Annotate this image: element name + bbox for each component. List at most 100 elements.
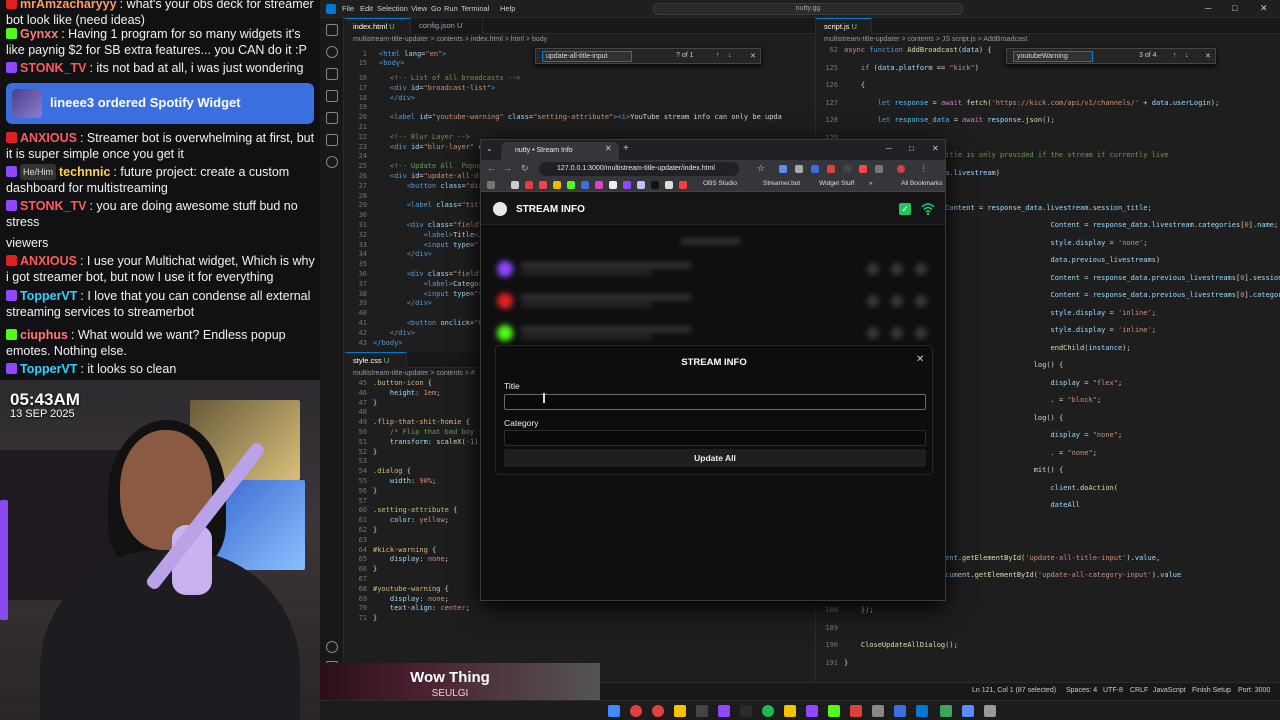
code-line[interactable]: #kick-warning { <box>373 546 436 554</box>
code-line[interactable]: height: 1em; <box>373 389 441 397</box>
browser-tab[interactable]: nutty • Stream Info <box>501 142 619 160</box>
bookmark-favicon[interactable] <box>651 181 659 189</box>
code-line[interactable]: </body> <box>373 339 403 347</box>
code-line[interactable]: } <box>373 448 377 456</box>
bookmark-favicon[interactable] <box>525 181 533 189</box>
minimize-icon[interactable]: ─ <box>1205 3 1211 13</box>
maximize-icon[interactable]: □ <box>1232 3 1237 13</box>
file-explorer-icon[interactable] <box>674 705 686 717</box>
extension-icon[interactable] <box>843 165 851 173</box>
code-line[interactable]: }); <box>844 606 874 614</box>
code-line[interactable]: <input type="t <box>373 290 483 298</box>
code-line[interactable]: { <box>844 81 865 89</box>
code-line[interactable]: .dialog { <box>373 467 411 475</box>
extensions-puzzle-icon[interactable] <box>875 165 883 173</box>
bookmark-favicon[interactable] <box>539 181 547 189</box>
taskbar-app-icon[interactable] <box>696 705 708 717</box>
find-close-icon[interactable]: ✕ <box>750 52 756 60</box>
find-prev-icon[interactable]: ↑ <box>716 52 720 59</box>
code-line[interactable]: display: none; <box>373 555 449 563</box>
tab-script-js[interactable]: script.js U <box>816 18 872 34</box>
close-icon[interactable]: ✕ <box>1260 3 1268 14</box>
code-line[interactable]: .button-icon { <box>373 379 432 387</box>
taskbar-app-icon[interactable] <box>962 705 974 717</box>
status-finish-setup[interactable]: Finish Setup <box>1192 687 1231 694</box>
taskbar-app-icon[interactable] <box>940 705 952 717</box>
code-line[interactable]: transform: scaleX(-1); <box>373 438 483 446</box>
menu-file[interactable]: File <box>342 4 354 13</box>
browser-menu-icon[interactable]: ⋮ <box>919 163 928 174</box>
tab-close-icon[interactable]: ✕ <box>605 144 612 153</box>
bookmark-obs-studio[interactable]: OBS Studio <box>703 180 737 187</box>
code-line[interactable]: <div id="update-all-di <box>373 172 483 180</box>
menu-view[interactable]: View <box>411 4 427 13</box>
code-line[interactable]: color: yellow; <box>373 516 449 524</box>
search-icon[interactable] <box>326 46 338 58</box>
explorer-icon[interactable] <box>326 24 338 36</box>
extension-icon[interactable] <box>827 165 835 173</box>
bookmark-favicon[interactable] <box>665 181 673 189</box>
profile-avatar[interactable] <box>897 165 905 173</box>
status-language[interactable]: JavaScript <box>1153 687 1186 694</box>
reload-icon[interactable]: ↻ <box>521 163 529 174</box>
extension-icon[interactable] <box>779 165 787 173</box>
copilot-icon[interactable] <box>326 156 338 168</box>
code-line[interactable]: </div> <box>373 329 415 337</box>
bookmark-favicon[interactable] <box>595 181 603 189</box>
code-line[interactable]: .flip-that-shit-homie { <box>373 418 470 426</box>
taskbar-app-icon[interactable] <box>652 705 664 717</box>
find-input[interactable]: update-all-title-input <box>542 51 632 62</box>
status-encoding[interactable]: UTF-8 <box>1103 687 1123 694</box>
bookmark-all-bookmarks[interactable]: All Bookmarks <box>901 180 943 187</box>
bookmark-favicon[interactable] <box>511 181 519 189</box>
taskbar-app-icon[interactable] <box>872 705 884 717</box>
tab-config-json[interactable]: config.json U <box>411 18 483 34</box>
address-bar[interactable]: 127.0.0.1:3000/multistream-title-updater… <box>539 162 739 176</box>
code-line[interactable]: <div id="blur-layer" c <box>373 143 483 151</box>
code-line[interactable]: <input type=" <box>373 241 479 249</box>
bookmark-streamerbot[interactable]: Streamer.bot <box>763 180 800 187</box>
bookmark-favicon[interactable] <box>553 181 561 189</box>
code-line[interactable]: } <box>373 565 377 573</box>
code-line[interactable]: <html lang="en"> <box>379 50 446 58</box>
taskbar-app-icon[interactable] <box>630 705 642 717</box>
code-line[interactable]: <label id="youtube-warning" class="setti… <box>373 113 782 121</box>
find-next-icon[interactable]: ↓ <box>728 52 732 59</box>
menu-run[interactable]: Run <box>444 4 458 13</box>
menu-selection[interactable]: Selection <box>377 4 408 13</box>
code-line[interactable]: #youtube-warning { <box>373 585 449 593</box>
code-line[interactable]: <label class="title <box>373 201 487 209</box>
status-cursor-position[interactable]: Ln 121, Col 1 (87 selected) <box>972 687 1056 694</box>
back-icon[interactable]: ← <box>487 163 496 173</box>
code-line[interactable]: } <box>373 399 377 407</box>
code-line[interactable]: </div> <box>373 299 432 307</box>
code-line[interactable]: if (data.platform == "kick") <box>844 64 979 72</box>
account-icon[interactable] <box>326 641 338 653</box>
extensions-icon[interactable] <box>326 112 338 124</box>
code-line[interactable]: text-align: center; <box>373 604 470 612</box>
code-line[interactable]: } <box>373 487 377 495</box>
bookmark-favicon[interactable] <box>637 181 645 189</box>
code-line[interactable]: <button class="dia <box>373 182 483 190</box>
bookmark-star-icon[interactable]: ☆ <box>757 163 765 174</box>
code-line[interactable]: <body> <box>379 59 404 67</box>
js-find-close-icon[interactable]: ✕ <box>1205 52 1211 60</box>
taskbar-app-icon[interactable] <box>828 705 840 717</box>
code-line[interactable]: CloseUpdateAllDialog(); <box>844 641 958 649</box>
bookmarks-overflow-icon[interactable]: » <box>869 180 873 187</box>
code-line[interactable]: <!-- Blur Layer --> <box>373 133 470 141</box>
taskbar-app-icon[interactable] <box>850 705 862 717</box>
js-find-widget[interactable]: youtubeWarning 3 of 4 ↑ ↓ ✕ <box>1006 48 1216 64</box>
code-line[interactable]: <div class="field" <box>373 270 483 278</box>
breadcrumb[interactable]: multistream-title-updater > contents > i… <box>353 36 547 43</box>
code-line[interactable]: } <box>844 659 848 667</box>
menu-help[interactable]: Help <box>500 4 515 13</box>
run-debug-icon[interactable] <box>326 90 338 102</box>
apps-grid-icon[interactable] <box>487 181 495 189</box>
code-line[interactable]: <button onclick="Up <box>373 319 487 327</box>
code-line[interactable]: <div id="broadcast-list"> <box>373 84 495 92</box>
menu-terminal[interactable]: Terminal <box>461 4 489 13</box>
code-line[interactable]: display: none; <box>373 595 449 603</box>
bookmark-favicon[interactable] <box>567 181 575 189</box>
status-port[interactable]: Port: 3000 <box>1238 687 1270 694</box>
